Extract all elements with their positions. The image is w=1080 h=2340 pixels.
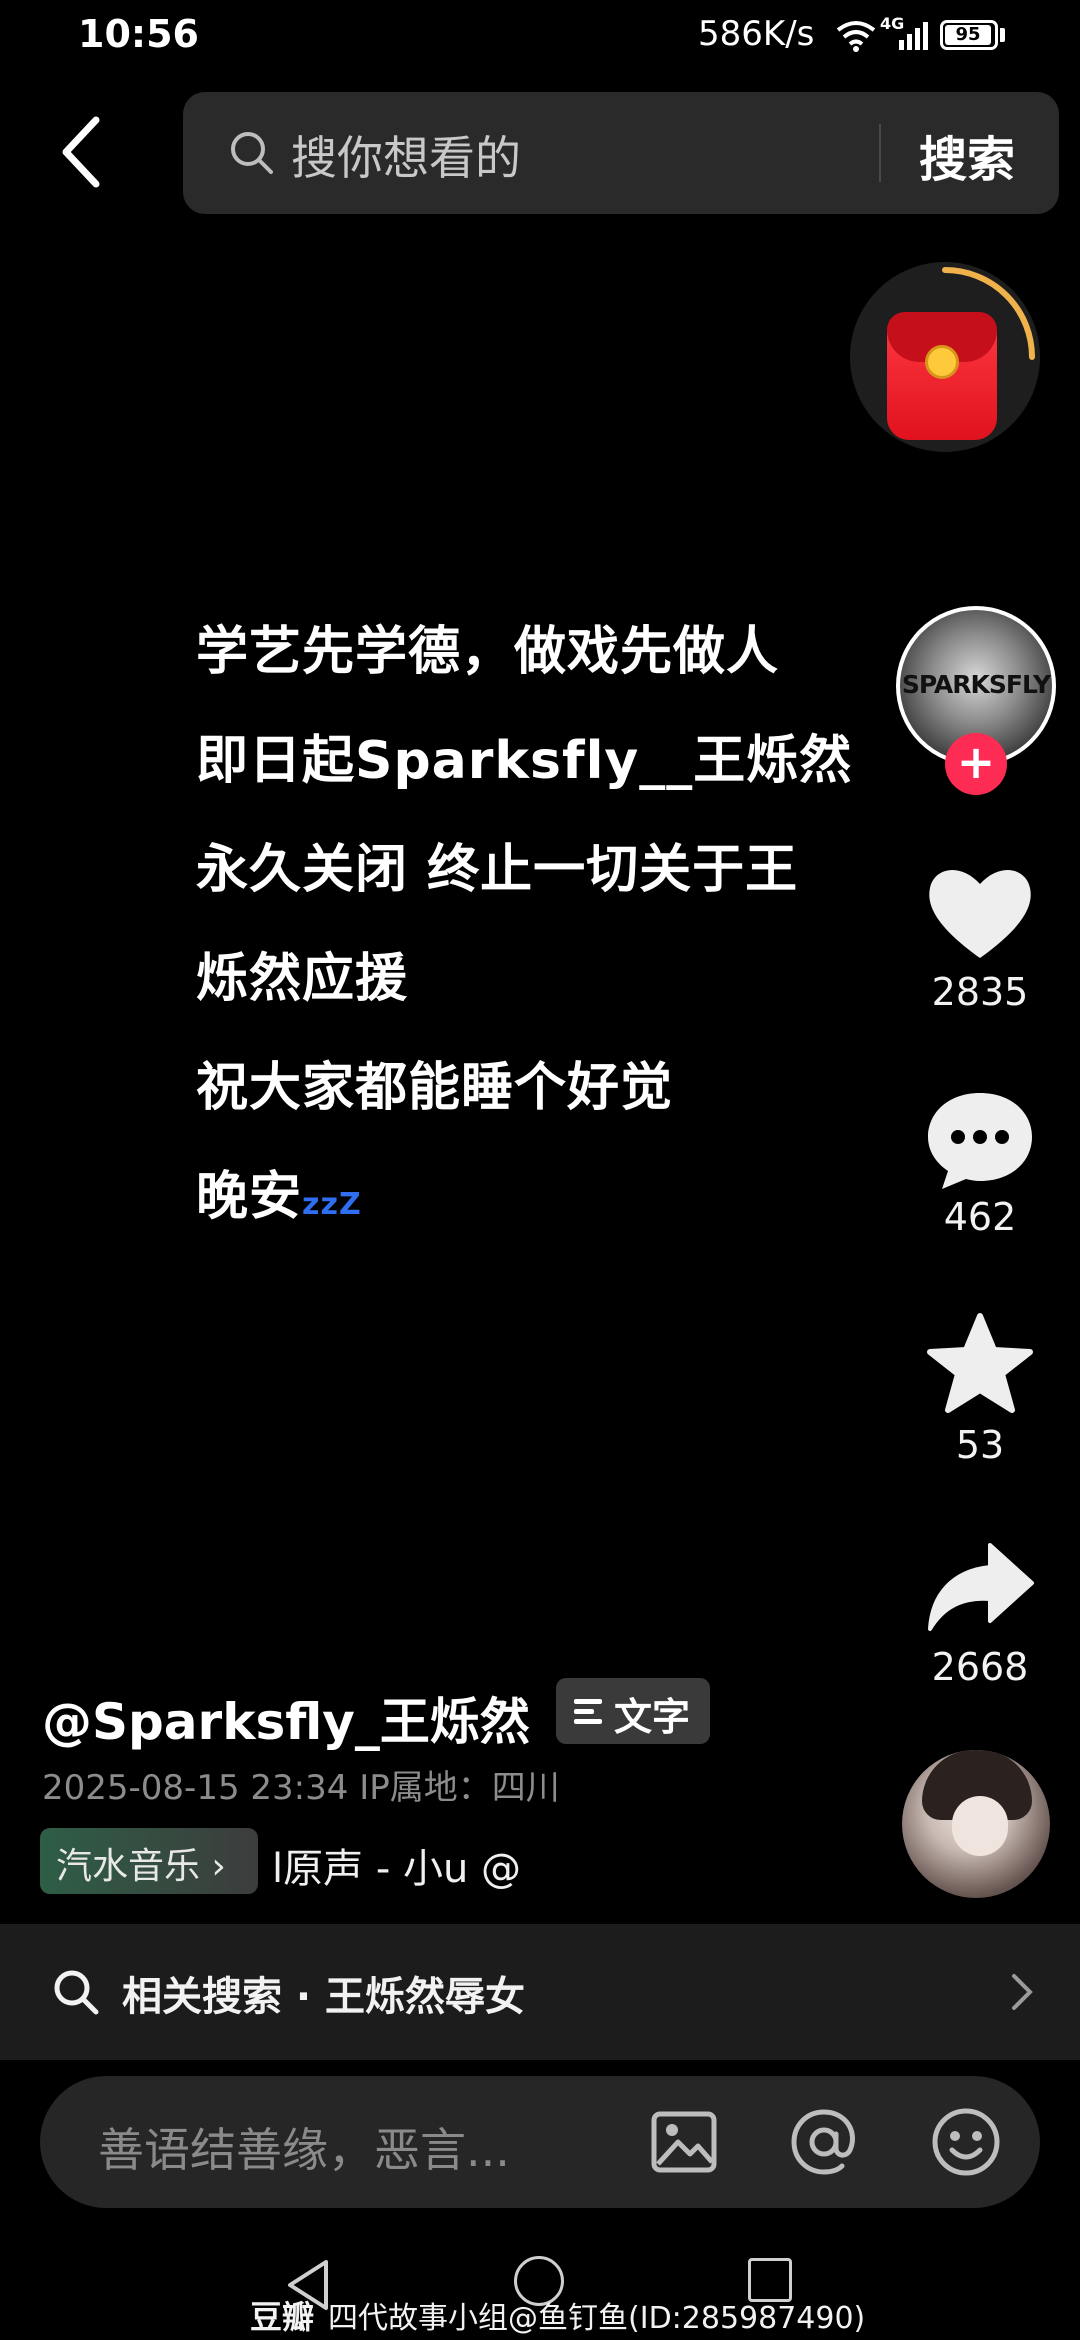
search-button[interactable]: 搜索 [919,120,1015,190]
watermark-text: 四代故事小组@鱼钉鱼(ID:285987490) [328,2301,866,2336]
watermark-brand: 豆瓣 [250,2298,315,2336]
battery-level: 95 [955,24,981,45]
battery-icon: 95 [940,20,998,50]
comment-input-bar[interactable]: 善语结善缘，恶言... [40,2076,1040,2208]
back-arrow-icon[interactable] [52,112,112,192]
search-divider [879,124,881,182]
at-mention-icon[interactable] [788,2106,860,2178]
caption-line: 祝大家都能睡个好觉 [196,1058,674,1118]
caption-goodnight: 晚安 [196,1167,303,1227]
watermark: 豆瓣 四代故事小组@鱼钉鱼(ID:285987490) [250,2292,865,2338]
comment-input[interactable]: 善语结善缘，恶言... [98,2114,510,2180]
music-info[interactable]: l原声 - 小u @ [272,1836,521,1894]
caption-line-last: 晚安zzZ [196,1143,916,1259]
music-cover-avatar[interactable] [902,1750,1050,1898]
video-caption: 学艺先学德，做戏先做人 即日起Sparksfly__王烁然 永久关闭 终止一切关… [196,598,916,1259]
text-lines-icon [574,1699,602,1724]
like-count: 2835 [931,970,1029,1014]
search-icon [231,132,273,174]
post-datetime: 2025-08-15 23:34 [42,1768,349,1808]
emoji-icon[interactable] [930,2106,1002,2178]
comment-icon[interactable] [920,1085,1040,1195]
post-meta: 2025-08-15 23:34 IP属地：四川 [42,1760,560,1809]
star-icon[interactable] [920,1310,1040,1420]
wifi-icon [836,21,876,52]
red-packet-coin [925,345,959,379]
status-bar: 10:56 586K/s 4G 95 [0,0,1080,72]
share-count: 2668 [931,1645,1029,1689]
search-input[interactable]: 搜你想看的 [291,122,521,188]
text-mode-label: 文字 [614,1695,691,1739]
music-app-label: 汽水音乐 › [56,1846,226,1887]
search-bar[interactable]: 搜你想看的 搜索 [183,92,1059,214]
music-app-badge[interactable]: 汽水音乐 › [40,1828,258,1894]
related-search-bar[interactable]: 相关搜索 · 王烁然辱女 [0,1924,1080,2060]
author-username[interactable]: @Sparksfly_王烁然 [42,1682,530,1754]
chevron-right-icon [1012,1974,1033,2010]
favorite-count: 53 [955,1423,1005,1467]
avatar-face [952,1796,1008,1856]
follow-button[interactable]: + [945,733,1007,795]
network-speed: 586K/s [698,14,815,54]
ip-location: IP属地：四川 [359,1768,560,1808]
search-icon [54,1970,99,2015]
caption-line: 永久关闭 终止一切关于王 [196,840,799,900]
related-search-label: 相关搜索 · 王烁然辱女 [122,1974,526,2020]
red-packet-icon [887,312,997,440]
red-packet-widget[interactable] [850,262,1040,452]
share-arrow-icon[interactable] [920,1535,1040,1645]
avatar-logo-text: SPARKSFLY [901,670,1051,699]
signal-icon [899,22,928,50]
battery-tip [1000,28,1005,42]
heart-icon[interactable] [920,858,1040,968]
sleep-emoji: zzZ [302,1187,362,1222]
image-icon[interactable] [650,2110,718,2174]
caption-line: 即日起Sparksfly__王烁然 [196,731,853,791]
text-mode-badge[interactable]: 文字 [556,1678,710,1744]
status-time: 10:56 [78,12,199,56]
caption-line: 学艺先学德，做戏先做人 [196,622,780,682]
caption-line: 烁然应援 [196,949,409,1009]
comment-count: 462 [943,1195,1017,1239]
